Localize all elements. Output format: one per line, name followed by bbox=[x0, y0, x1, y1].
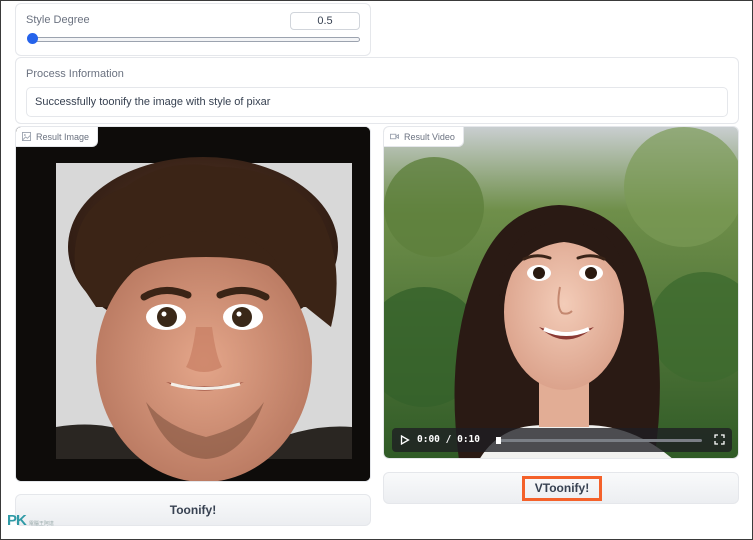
toonify-button[interactable]: Toonify! bbox=[15, 494, 371, 526]
video-progress-knob[interactable] bbox=[496, 437, 501, 444]
cartoon-video-frame-woman bbox=[384, 127, 738, 458]
process-information-textbox[interactable]: Successfully toonify the image with styl… bbox=[26, 87, 728, 117]
video-icon bbox=[390, 133, 399, 140]
style-degree-slider-track[interactable] bbox=[29, 37, 360, 42]
style-degree-panel: Style Degree 0.5 bbox=[15, 3, 371, 56]
style-degree-label: Style Degree bbox=[26, 14, 90, 26]
result-image-tag: Result Image bbox=[16, 127, 99, 147]
video-time-separator: / bbox=[445, 434, 452, 445]
process-information-label: Process Information bbox=[26, 68, 124, 80]
result-video-label: Result Video bbox=[404, 131, 455, 142]
style-degree-value-input[interactable]: 0.5 bbox=[290, 12, 360, 30]
video-current-time: 0:00 bbox=[417, 434, 440, 445]
video-progress-bar[interactable] bbox=[496, 439, 702, 442]
fullscreen-icon[interactable] bbox=[714, 434, 725, 445]
cartoon-portrait-man bbox=[16, 127, 370, 481]
watermark-logo-text: PK bbox=[7, 512, 27, 529]
play-icon[interactable] bbox=[400, 435, 410, 445]
result-image-label: Result Image bbox=[36, 131, 90, 142]
watermark-logo: PK 電腦王阿達 bbox=[7, 512, 54, 529]
process-information-panel: Process Information Successfully toonify… bbox=[15, 57, 739, 124]
result-video-panel: Result Video 0:00 / 0:10 bbox=[383, 126, 739, 459]
style-degree-slider-thumb[interactable] bbox=[27, 33, 38, 44]
video-duration: 0:10 bbox=[457, 434, 480, 445]
vtoonify-button[interactable]: VToonify! bbox=[383, 472, 739, 504]
result-video-tag: Result Video bbox=[384, 127, 464, 147]
video-time-display: 0:00 / 0:10 bbox=[417, 434, 480, 445]
result-image-panel: Result Image bbox=[15, 126, 371, 482]
video-controls-bar: 0:00 / 0:10 bbox=[392, 428, 732, 452]
vtoonify-highlight-box: VToonify! bbox=[522, 476, 602, 501]
watermark-tagline: 電腦王阿達 bbox=[28, 521, 54, 527]
image-icon bbox=[22, 132, 31, 141]
